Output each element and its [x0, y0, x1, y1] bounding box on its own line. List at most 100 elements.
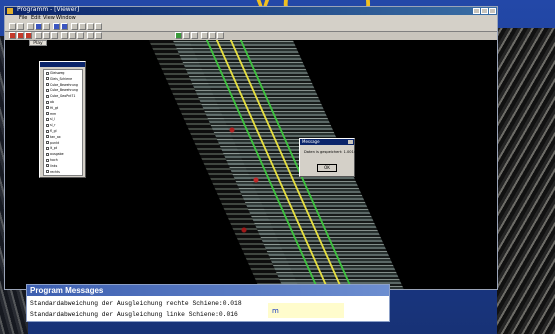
tree-item-label: links: [50, 163, 58, 168]
checkbox-icon[interactable]: [46, 83, 49, 87]
zoom-in-icon[interactable]: [71, 23, 78, 30]
checkbox-icon[interactable]: [46, 71, 49, 75]
tree-titlebar: [40, 62, 85, 67]
mark-icon[interactable]: [25, 32, 32, 39]
minimize-icon[interactable]: [473, 8, 480, 14]
checkbox-icon[interactable]: [46, 94, 49, 98]
refresh-icon[interactable]: [201, 32, 208, 39]
tree-item[interactable]: ab: [46, 100, 54, 104]
tree-item[interactable]: tan_ax: [46, 135, 61, 139]
ok-button[interactable]: OK: [317, 164, 337, 172]
message-dialog-title: Message: [300, 139, 354, 145]
rotate-icon[interactable]: [43, 23, 50, 30]
save-icon[interactable]: [17, 23, 24, 30]
tree-item[interactable]: mm: [46, 112, 56, 116]
tree-item-label: lt_pt: [50, 146, 58, 151]
tree-item-label: Cube_Bewehrung: [50, 88, 78, 93]
measure-icon[interactable]: [35, 32, 42, 39]
tree-item-label: sl_l: [50, 117, 56, 122]
checkbox-icon[interactable]: [46, 146, 49, 150]
menu-file[interactable]: File: [19, 15, 27, 21]
menu-view[interactable]: View: [43, 15, 55, 21]
check-icon[interactable]: [175, 32, 182, 39]
toolbar-secondary: [5, 32, 497, 40]
tree-item-label: Gleis_Schiene: [50, 76, 73, 81]
tree-item[interactable]: fl_gl: [46, 129, 57, 133]
close-icon[interactable]: [489, 8, 496, 14]
layer-icon[interactable]: [53, 23, 60, 30]
tree-item[interactable]: Hi_gt: [46, 106, 58, 110]
menu-edit[interactable]: Edit: [31, 15, 41, 21]
tree-item[interactable]: Cube_Bewehrung: [46, 83, 78, 87]
view-icon[interactable]: [61, 23, 68, 30]
grid-icon[interactable]: [87, 32, 94, 39]
window-titlebar: Programm - [Viewer]: [5, 6, 497, 15]
section-icon[interactable]: [69, 32, 76, 39]
tree-item[interactable]: Cube_Bewehrung: [46, 88, 78, 92]
axis-icon[interactable]: [95, 32, 102, 39]
maximize-icon[interactable]: [481, 8, 488, 14]
zoom-out-icon[interactable]: [79, 23, 86, 30]
line-icon[interactable]: [51, 32, 58, 39]
checkbox-icon[interactable]: [46, 141, 49, 145]
open-icon[interactable]: [9, 23, 16, 30]
tree-item-label: punkt: [50, 140, 60, 145]
message-line: Standardabweichung der Ausgleichung link…: [30, 311, 238, 318]
tree-item[interactable]: punkt: [46, 141, 59, 145]
toolbar: [5, 22, 497, 32]
tree-item-label: mm: [50, 111, 57, 116]
tree-item[interactable]: Gleisweg: [46, 71, 64, 75]
play-button[interactable]: Play: [29, 40, 47, 46]
checkbox-icon[interactable]: [46, 164, 49, 168]
checkbox-icon[interactable]: [46, 77, 49, 81]
settings-icon[interactable]: [217, 32, 224, 39]
pan-icon[interactable]: [87, 23, 94, 30]
checkbox-icon[interactable]: [46, 158, 49, 162]
fill-icon[interactable]: [77, 32, 84, 39]
checkbox-icon[interactable]: [46, 88, 49, 92]
stop-icon[interactable]: [17, 32, 24, 39]
tree-item-label: fl_gl: [50, 129, 57, 133]
profile-icon[interactable]: [61, 32, 68, 39]
checkbox-icon[interactable]: [46, 100, 49, 104]
checkbox-icon[interactable]: [46, 106, 49, 110]
close-icon[interactable]: [348, 140, 353, 144]
tree-item[interactable]: Cube_GeoPnt71: [46, 94, 75, 98]
record-icon[interactable]: [9, 32, 16, 39]
unit-label: m: [272, 307, 279, 315]
track-bed: [155, 40, 427, 289]
tree-item-label: sl_r: [50, 123, 56, 128]
menu-window[interactable]: Window: [56, 15, 76, 21]
layer-tree-panel: Gleisweg Gleis_Schiene Cube_Bewehrung Cu…: [39, 61, 86, 178]
select-icon[interactable]: [35, 23, 42, 30]
tree-item[interactable]: ausgabe: [46, 152, 64, 156]
checkbox-icon[interactable]: [46, 152, 49, 156]
tree-item[interactable]: sl_l: [46, 117, 55, 121]
red-markers: [220, 70, 280, 270]
export-icon[interactable]: [209, 32, 216, 39]
tree-item[interactable]: hoch: [46, 158, 58, 162]
tree-item-label: ausgabe: [50, 152, 64, 157]
tree-item[interactable]: lt_pt: [46, 146, 57, 150]
checkbox-icon[interactable]: [46, 135, 49, 139]
fit-icon[interactable]: [95, 23, 102, 30]
move-icon[interactable]: [27, 23, 34, 30]
tree-item[interactable]: rechts: [46, 170, 60, 174]
tree-item[interactable]: links: [46, 164, 57, 168]
window-title: Programm - [Viewer]: [17, 6, 80, 13]
checkbox-icon[interactable]: [46, 112, 49, 116]
filter-icon[interactable]: [183, 32, 190, 39]
menu-bar: File Edit View Window: [5, 15, 497, 22]
checkbox-icon[interactable]: [46, 123, 49, 127]
point-icon[interactable]: [43, 32, 50, 39]
tree-item[interactable]: Gleis_Schiene: [46, 77, 72, 81]
checkbox-icon[interactable]: [46, 117, 49, 121]
message-text: Daten is gespeichert: 1.0014: [304, 150, 357, 154]
unit-highlight: m: [268, 303, 344, 318]
cut-icon[interactable]: [191, 32, 198, 39]
tree-item[interactable]: sl_r: [46, 123, 55, 127]
checkbox-icon[interactable]: [46, 170, 49, 174]
tree-item-label: ab: [50, 100, 54, 104]
tree-item-label: Hi_gt: [50, 105, 59, 110]
checkbox-icon[interactable]: [46, 129, 49, 133]
